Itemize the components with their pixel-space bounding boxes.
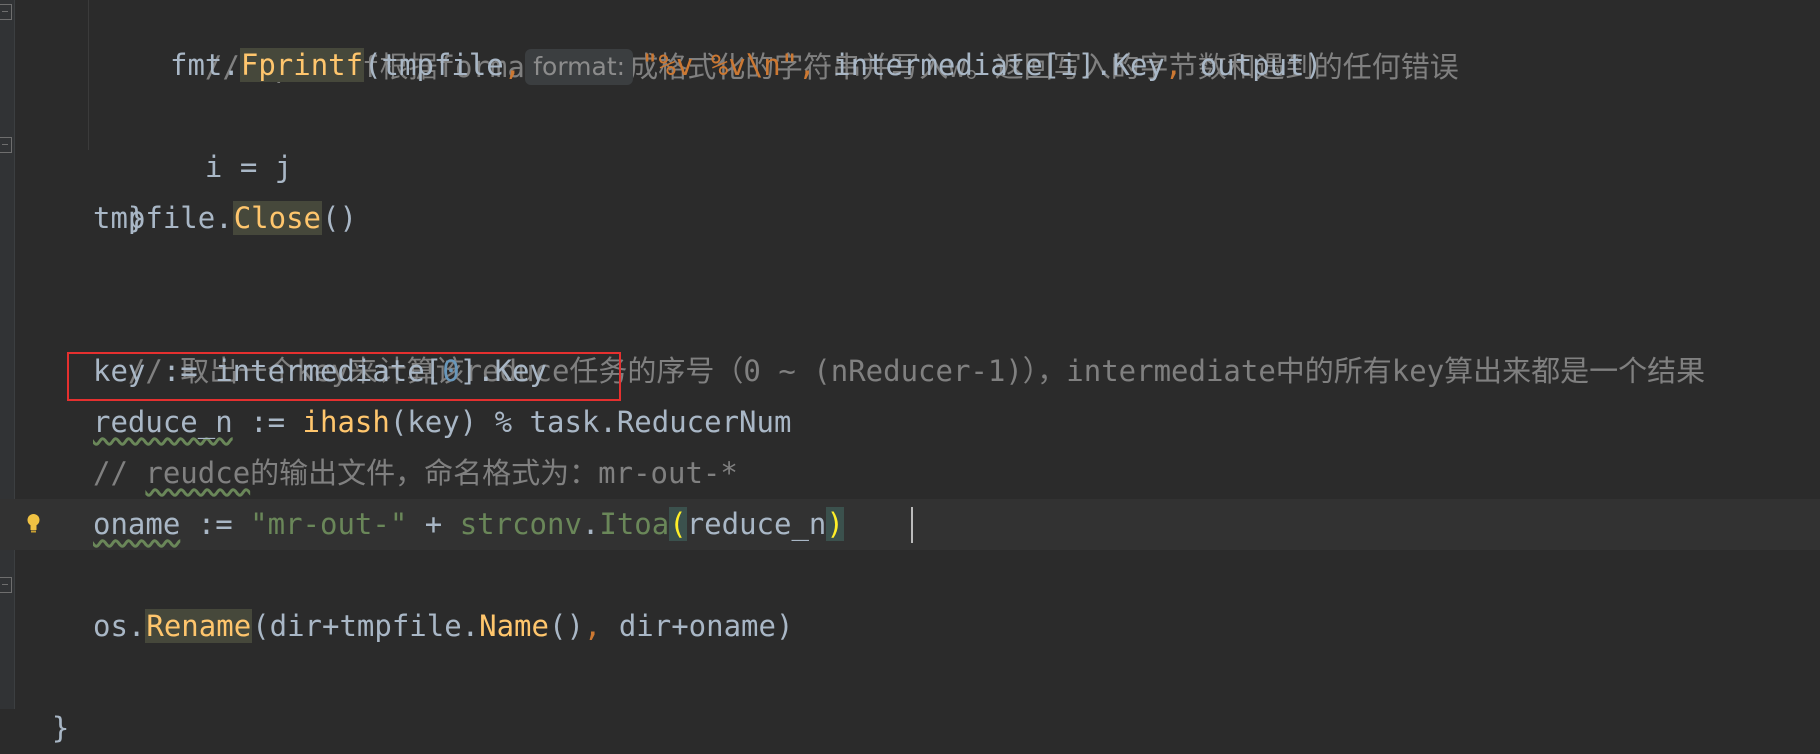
code-text: intermediate[i].Key	[815, 48, 1165, 82]
indent-guide	[88, 0, 89, 150]
code-text: (dir+tmpfile.	[252, 609, 480, 643]
punct: ,	[503, 48, 522, 82]
code-text: os.	[93, 609, 146, 643]
code-text: reduce_n	[686, 507, 827, 541]
editor-gutter[interactable]	[0, 0, 15, 709]
text-caret	[911, 507, 913, 543]
code-text: ()	[548, 609, 584, 643]
code-line-14[interactable]: }	[17, 652, 69, 745]
code-line-3[interactable]: i = j	[170, 91, 292, 184]
code-line-11[interactable]: oname := "mr-out-" + strconv.Itoa(reduce…	[93, 499, 844, 550]
fold-marker-icon[interactable]	[0, 137, 12, 153]
comment-text: 的输出文件，命名格式为：mr-out-*	[250, 456, 738, 490]
fold-marker-icon[interactable]	[0, 577, 12, 593]
code-text: i = j	[204, 150, 293, 184]
code-text: }	[51, 711, 70, 745]
code-text: output)	[1182, 48, 1323, 82]
code-line-9[interactable]: reduce_n := ihash(key) % task.ReducerNum	[93, 397, 791, 448]
method-call[interactable]: Close	[232, 201, 322, 235]
code-text: ()	[322, 201, 357, 235]
code-line-2[interactable]: fmt.Fprintf(tmpfile, format: "%v %v\n", in…	[170, 40, 1322, 91]
comment-text: //	[93, 456, 146, 490]
code-text: (tmpfile	[364, 48, 504, 82]
string-literal: "%v %v\n"	[641, 48, 799, 82]
code-text: :=	[180, 507, 251, 541]
code-line-4[interactable]: }	[93, 142, 145, 235]
code-text: tmpfile.	[93, 201, 233, 235]
identifier: fmt	[170, 48, 223, 82]
method-call[interactable]: Rename	[145, 609, 253, 643]
code-line-10[interactable]: // reudce的输出文件，命名格式为：mr-out-*	[93, 448, 738, 499]
code-line-1[interactable]: // Fprintf根据format参数生成格式化的字符串并写入w。返回写入的字…	[170, 0, 1459, 84]
lightbulb-icon[interactable]	[25, 513, 42, 533]
code-line-13[interactable]: os.Rename(dir+tmpfile.Name(), dir+oname)	[93, 601, 793, 652]
punct: ,	[583, 609, 602, 643]
punct: .	[581, 507, 600, 541]
code-line-5[interactable]: tmpfile.Close()	[93, 193, 357, 244]
code-text: dir+oname)	[601, 609, 794, 643]
string-literal: "mr-out-"	[250, 507, 408, 541]
function-call[interactable]: Itoa	[599, 507, 669, 541]
function-call[interactable]: Fprintf	[239, 48, 365, 82]
highlight-box-annotation	[67, 352, 621, 401]
code-line-7[interactable]: // 取出一个key来计算该reduce任务的序号（0 ~ (nReducer-…	[93, 295, 1705, 388]
matched-paren: )	[826, 507, 844, 541]
code-text: (key) % task.ReducerNum	[389, 405, 792, 439]
package-name: strconv	[459, 507, 582, 541]
comment-typo: reudce	[145, 456, 251, 490]
punct: ,	[798, 48, 816, 82]
method-call[interactable]: Name	[479, 609, 549, 643]
punct: .	[222, 48, 240, 82]
parameter-hint: format:	[525, 49, 634, 85]
punct: ,	[1164, 48, 1183, 82]
code-text: :=	[232, 405, 303, 439]
matched-paren: (	[669, 507, 687, 541]
code-text: +	[407, 507, 460, 541]
variable-name: reduce_n	[93, 405, 233, 439]
variable-name: oname	[93, 507, 181, 541]
fold-marker-icon[interactable]	[0, 4, 12, 20]
function-call[interactable]: ihash	[303, 405, 390, 439]
